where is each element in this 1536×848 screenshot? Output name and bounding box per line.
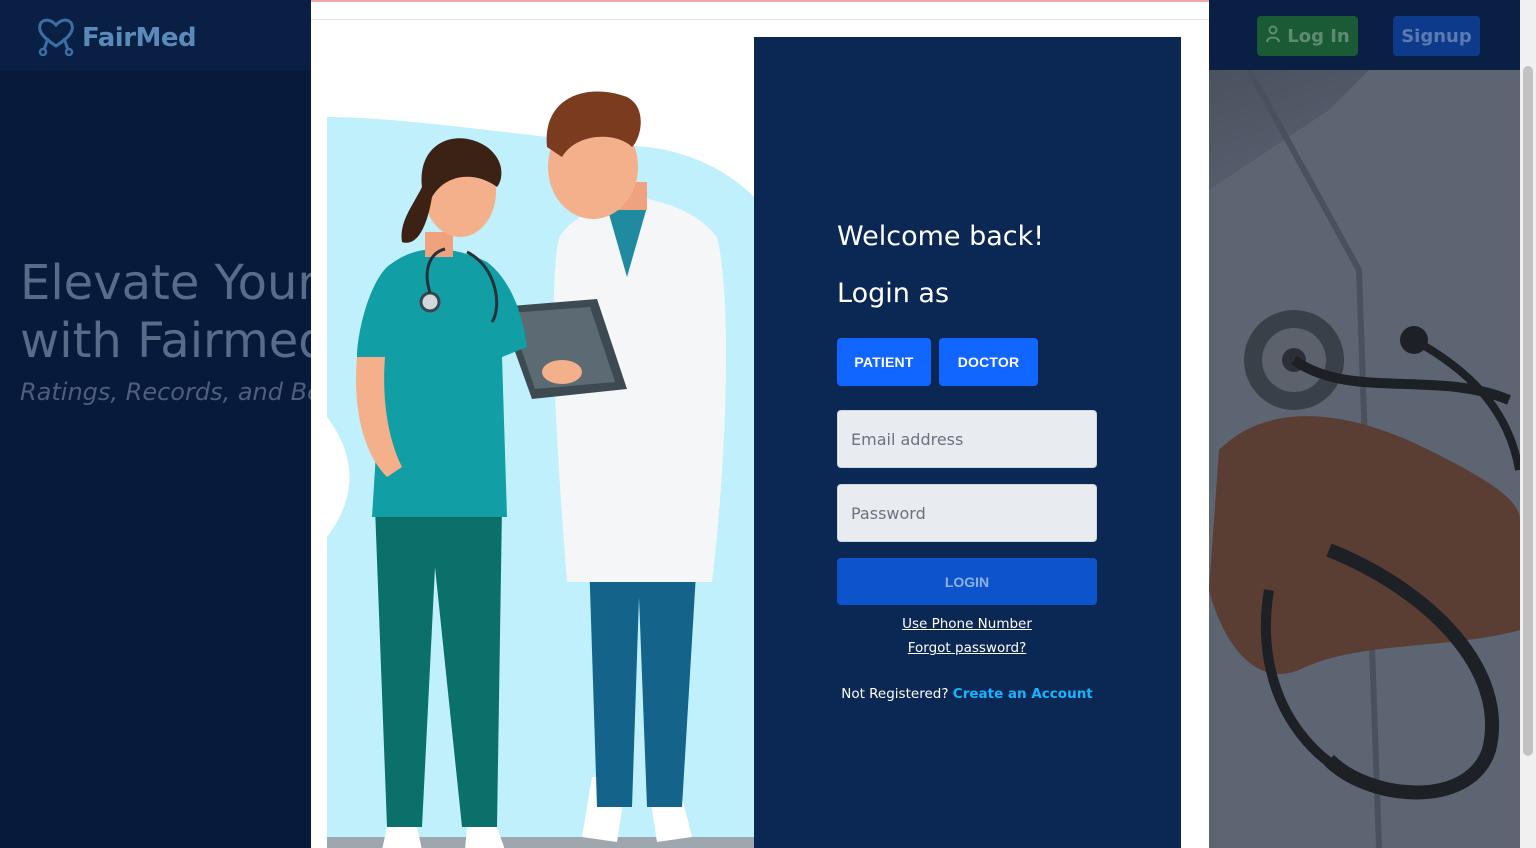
hero-doctor-photo — [1209, 70, 1520, 848]
brand-name: FairMed — [82, 23, 197, 53]
modal-divider — [311, 19, 1209, 20]
login-button[interactable]: LOGIN — [837, 558, 1097, 605]
email-field[interactable] — [837, 410, 1097, 468]
doctors-illustration — [327, 37, 754, 848]
nav-signup-button[interactable]: Signup — [1393, 16, 1480, 56]
password-field[interactable] — [837, 484, 1097, 542]
use-phone-number-link[interactable]: Use Phone Number — [837, 616, 1097, 632]
user-icon — [1265, 25, 1281, 48]
create-account-link[interactable]: Create an Account — [953, 686, 1093, 702]
welcome-heading: Welcome back! — [837, 221, 1045, 252]
doctor-role-button[interactable]: DOCTOR — [939, 338, 1038, 386]
patient-role-button[interactable]: PATIENT — [837, 338, 931, 386]
brand-logo[interactable]: FairMed — [36, 16, 197, 60]
login-as-heading: Login as — [837, 278, 950, 309]
register-prompt: Not Registered? Create an Account — [837, 686, 1097, 702]
nav-login-button[interactable]: Log In — [1257, 16, 1358, 56]
heart-stethoscope-icon — [36, 16, 76, 60]
login-modal: Welcome back! Login as PATIENT DOCTOR LO… — [311, 0, 1209, 848]
login-panel: Welcome back! Login as PATIENT DOCTOR LO… — [754, 37, 1181, 848]
nav-login-label: Log In — [1287, 25, 1350, 47]
forgot-password-link[interactable]: Forgot password? — [837, 640, 1097, 656]
scrollbar-thumb[interactable] — [1523, 66, 1533, 756]
nav-signup-label: Signup — [1401, 25, 1472, 47]
not-registered-text: Not Registered? — [841, 686, 949, 702]
page-scrollbar[interactable] — [1520, 0, 1536, 848]
